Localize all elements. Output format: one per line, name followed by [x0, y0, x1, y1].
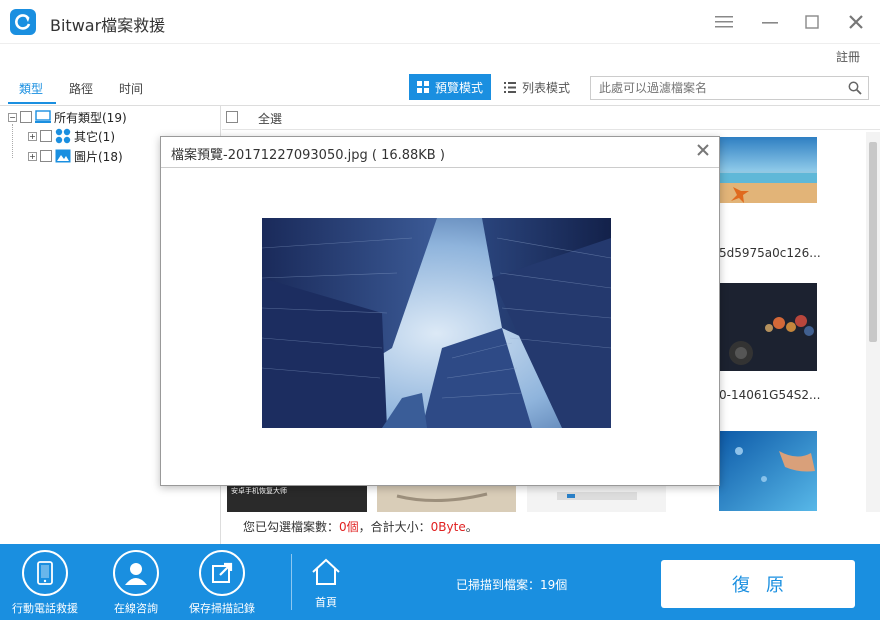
tree-item-other[interactable]: + 其它(1) — [28, 127, 115, 145]
online-support-label: 在線咨詢 — [114, 602, 158, 615]
phone-recovery-label: 行動電話救援 — [12, 602, 78, 615]
phone-recovery-button[interactable]: 行動電話救援 — [12, 550, 78, 616]
bottom-bar: 行動電話救援 在線咨詢 保存掃描記錄 首頁 已掃描到檔案：19個 復原 — [0, 544, 880, 620]
dialog-title: 檔案預覽-20171227093050.jpg ( 16.88KB ) — [171, 148, 445, 163]
search-icon[interactable] — [848, 81, 862, 95]
collapse-toggle[interactable]: − — [8, 112, 17, 122]
save-scan-label: 保存掃描記錄 — [189, 602, 255, 615]
tab-path[interactable]: 路徑 — [69, 80, 93, 97]
preview-mode-label: 預覽模式 — [434, 80, 483, 95]
tab-type[interactable]: 類型 — [19, 80, 43, 97]
tree-item-checkbox[interactable] — [40, 150, 52, 162]
thumbnail-caption: 安卓手机恢复大师 — [231, 487, 287, 495]
list-icon — [504, 81, 516, 93]
computer-icon — [35, 110, 51, 123]
thumbnail-devices[interactable] — [527, 486, 666, 512]
status-prefix: 您已勾選檔案數： — [243, 520, 340, 534]
content-header: 全選 — [222, 106, 880, 130]
grid-icon — [416, 81, 429, 93]
tree-root-checkbox[interactable] — [20, 111, 32, 123]
home-button[interactable]: 首頁 — [311, 558, 341, 610]
tree-item-label: 圖片(18) — [74, 149, 123, 164]
save-scan-button[interactable]: 保存掃描記錄 — [189, 550, 255, 616]
thumbnail-caption: 0-14061G54S2... — [719, 388, 821, 402]
menu-icon[interactable] — [712, 10, 736, 34]
selected-size: 0Byte — [430, 520, 466, 534]
divider — [161, 167, 719, 168]
home-icon — [312, 558, 340, 585]
online-support-button[interactable]: 在線咨詢 — [113, 550, 159, 616]
select-all-label: 全選 — [258, 112, 283, 126]
tree-item-images[interactable]: + 圖片(18) — [28, 147, 123, 165]
minimize-icon[interactable] — [758, 10, 782, 34]
recover-button[interactable]: 復原 — [661, 560, 855, 608]
tree-root-label: 所有類型(19) — [54, 110, 127, 125]
app-logo-icon — [10, 9, 36, 35]
close-icon[interactable] — [844, 10, 868, 34]
thumbnail-sand[interactable] — [377, 486, 516, 512]
export-icon — [199, 550, 245, 596]
scan-count: 已掃描到檔案：19個 — [456, 578, 568, 592]
image-icon — [55, 149, 71, 163]
tab-time[interactable]: 时间 — [119, 80, 143, 97]
apps-icon — [55, 128, 71, 144]
thumbnail-bokeh[interactable] — [719, 283, 817, 371]
thumbnail-beach[interactable] — [719, 137, 817, 203]
app-title: Bitwar檔案救援 — [50, 16, 166, 35]
status-middle: ，合計大小： — [358, 520, 431, 534]
search-box — [590, 76, 869, 100]
search-input[interactable] — [591, 77, 831, 99]
active-tab-indicator — [8, 102, 56, 104]
select-all-checkbox[interactable] — [226, 111, 238, 123]
status-suffix: 。 — [465, 520, 478, 534]
expand-toggle[interactable]: + — [28, 131, 37, 141]
register-link[interactable]: 註冊 — [836, 48, 860, 65]
selected-count: 0個 — [339, 520, 359, 534]
thumbnail-caption: 5d5975a0c126... — [719, 246, 821, 260]
preview-dialog: 檔案預覽-20171227093050.jpg ( 16.88KB ) — [160, 136, 720, 486]
tree-root[interactable]: − 所有類型(19) — [8, 108, 127, 126]
thumbnail-tech[interactable] — [719, 431, 817, 511]
tree-item-checkbox[interactable] — [40, 130, 52, 142]
list-mode-label: 列表模式 — [522, 80, 571, 95]
content-scrollbar[interactable] — [866, 132, 880, 512]
maximize-icon[interactable] — [800, 10, 824, 34]
home-label: 首頁 — [315, 596, 337, 609]
list-mode-button[interactable]: 列表模式 — [502, 74, 576, 100]
scrollbar-thumb[interactable] — [869, 142, 877, 342]
user-support-icon — [113, 550, 159, 596]
selection-status: 您已勾選檔案數：0個，合計大小：0Byte。 — [243, 518, 478, 535]
separator — [291, 554, 292, 610]
expand-toggle[interactable]: + — [28, 151, 37, 161]
preview-mode-button[interactable]: 預覽模式 — [409, 74, 491, 100]
tree-item-label: 其它(1) — [74, 129, 115, 144]
title-bar: Bitwar檔案救援 — [0, 0, 880, 44]
preview-image — [262, 218, 611, 428]
dialog-close-icon[interactable] — [697, 144, 709, 160]
phone-icon — [22, 550, 68, 596]
